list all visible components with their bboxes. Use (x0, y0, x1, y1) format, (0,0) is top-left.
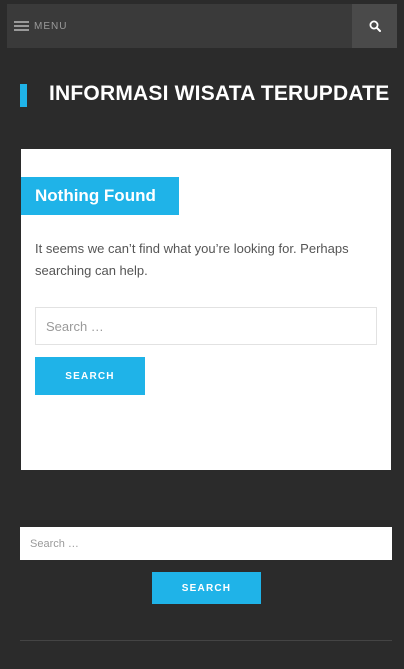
page: MENU INFORMASI WISATA TERUPDATE Nothing … (0, 0, 404, 669)
menu-label: MENU (34, 20, 68, 32)
search-icon (369, 20, 381, 32)
footer-divider (20, 640, 392, 641)
sidebar-search-button[interactable]: SEARCH (152, 572, 261, 604)
site-title-wrap: INFORMASI WISATA TERUPDATE (20, 80, 404, 110)
no-results-card: Nothing Found It seems we can’t find wha… (21, 149, 391, 470)
site-title[interactable]: INFORMASI WISATA TERUPDATE (49, 82, 389, 106)
hamburger-icon (14, 21, 29, 31)
sidebar-search-input[interactable] (20, 527, 392, 560)
page-title: Nothing Found (21, 177, 179, 215)
top-navigation-bar: MENU (7, 4, 397, 48)
title-accent-bar (20, 84, 27, 107)
no-results-message: It seems we can’t find what you’re looki… (35, 241, 349, 278)
search-button[interactable]: SEARCH (35, 357, 145, 395)
menu-toggle[interactable]: MENU (14, 4, 67, 48)
search-toggle-button[interactable] (352, 4, 397, 48)
search-input[interactable] (35, 307, 377, 345)
